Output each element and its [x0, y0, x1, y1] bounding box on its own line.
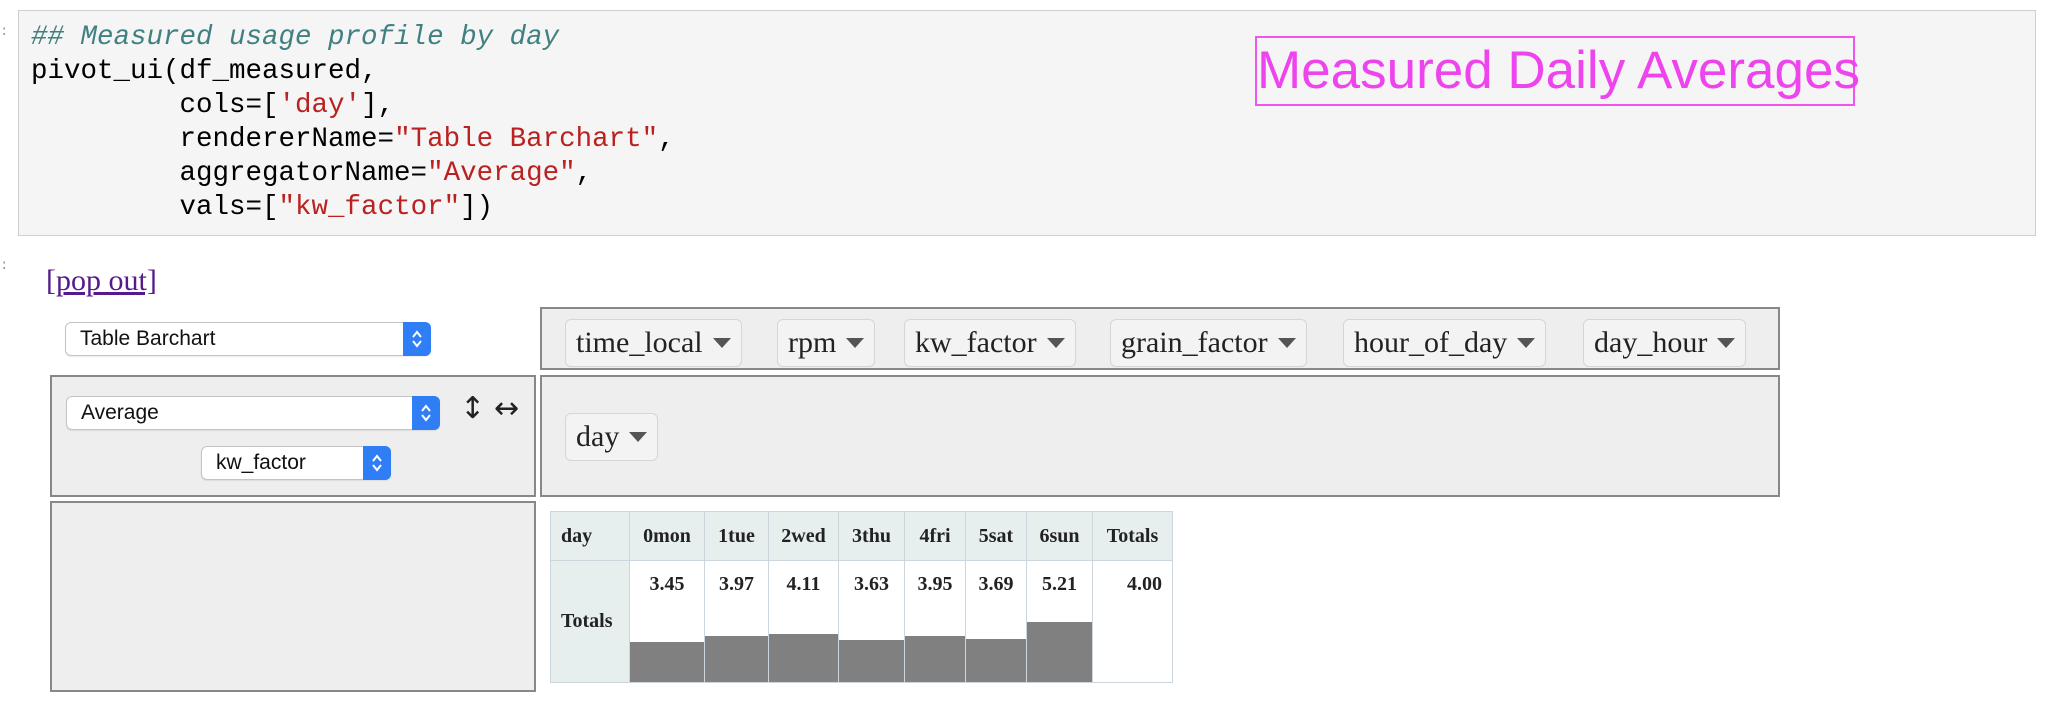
caret-down-icon[interactable]: [1046, 338, 1065, 349]
code-string: "Average": [427, 158, 576, 189]
code-line: ],: [361, 90, 395, 121]
code-string: 'day': [278, 90, 362, 121]
attr-pill-time-local[interactable]: time_local: [565, 319, 742, 367]
value-field-select-value: kw_factor: [216, 451, 306, 474]
bar-value-label: 3.69: [978, 573, 1014, 595]
pivot-table: day 0mon 1tue 2wed 3thu 4fri 5sat 6sun T…: [550, 511, 1173, 683]
grand-total-cell: 4.00: [1092, 560, 1173, 683]
bar-cell: 4.11: [768, 560, 839, 683]
row-attributes-area[interactable]: [50, 501, 536, 692]
header-row: day 0mon 1tue 2wed 3thu 4fri 5sat 6sun T…: [550, 511, 1173, 561]
attr-pill-grain-factor[interactable]: grain_factor: [1110, 319, 1307, 367]
caret-down-icon[interactable]: [1277, 338, 1296, 349]
attr-pill-label: grain_factor: [1121, 326, 1268, 359]
bar: [769, 634, 838, 682]
attr-pill-hour-of-day[interactable]: hour_of_day: [1343, 319, 1547, 367]
row-totals-label: Totals: [550, 560, 630, 683]
attr-pill-rpm[interactable]: rpm: [777, 319, 876, 367]
code-comment: ## Measured usage profile by day: [31, 22, 560, 53]
bar-cell: 5.21: [1026, 560, 1093, 683]
column-header: 0mon: [629, 511, 705, 561]
grand-total-value: 4.00: [1127, 573, 1162, 595]
bar-value-label: 3.97: [719, 573, 754, 595]
column-header: 2wed: [768, 511, 839, 561]
col-order-icon[interactable]: ↔: [494, 391, 519, 426]
attr-pill-label: day_hour: [1594, 326, 1708, 359]
select-arrows-icon: [403, 322, 431, 356]
column-header: 5sat: [965, 511, 1027, 561]
attr-pill-day-hour[interactable]: day_hour: [1583, 319, 1747, 367]
bar-cell: 3.45: [629, 560, 705, 683]
aggregator-select-value: Average: [81, 401, 159, 424]
aggregator-area: Average ↕ ↔ kw_factor: [50, 375, 536, 497]
bar-value-label: 3.45: [649, 573, 685, 595]
attr-pill-label: day: [576, 420, 620, 453]
column-header: 1tue: [704, 511, 769, 561]
code-string: "kw_factor": [278, 192, 461, 223]
code-editor[interactable]: ## Measured usage profile by day pivot_u…: [31, 21, 675, 225]
renderer-select[interactable]: Table Barchart: [65, 322, 431, 356]
code-line: rendererName=: [31, 124, 395, 155]
bar: [705, 635, 768, 682]
caret-down-icon[interactable]: [846, 338, 865, 349]
annotation-title: Measured Daily Averages: [1255, 36, 1860, 106]
code-line: ,: [575, 158, 593, 189]
bar-value-label: 3.95: [917, 573, 953, 595]
bar: [1027, 621, 1092, 682]
select-arrows-icon: [412, 396, 440, 430]
attr-pill-label: hour_of_day: [1354, 326, 1508, 359]
renderer-select-value: Table Barchart: [80, 327, 216, 350]
column-header: 4fri: [904, 511, 966, 561]
code-line: pivot_ui(df_measured,: [31, 56, 378, 87]
attr-pill-day[interactable]: day: [565, 413, 659, 461]
bar: [630, 641, 704, 682]
attr-pill-label: time_local: [576, 326, 703, 359]
output-prompt-marker: :: [0, 258, 9, 274]
caret-down-icon[interactable]: [1717, 338, 1736, 349]
caret-down-icon[interactable]: [629, 432, 648, 443]
caret-down-icon[interactable]: [712, 338, 731, 349]
attr-pill-label: rpm: [788, 326, 837, 359]
column-header: 6sun: [1026, 511, 1093, 561]
bar: [839, 639, 904, 682]
code-line: vals=[: [31, 192, 279, 223]
pop-out-link[interactable]: [pop out]: [46, 264, 157, 298]
unused-attributes-area[interactable]: time_local rpm kw_factor grain_factor ho…: [540, 307, 1780, 370]
totals-row: Totals 3.45 3.97 4.11 3.63 3.95 3.69 5.2…: [550, 560, 1173, 683]
bar: [966, 639, 1026, 682]
caret-down-icon[interactable]: [1517, 338, 1536, 349]
column-attribute-header: day: [550, 511, 630, 561]
code-line: aggregatorName=: [31, 158, 428, 189]
code-line: ]): [460, 192, 494, 223]
code-line: cols=[: [31, 90, 279, 121]
select-arrows-icon: [363, 446, 391, 480]
cell-prompt-marker: :: [0, 24, 9, 40]
code-line: ,: [658, 124, 675, 155]
bar-value-label: 4.11: [786, 573, 821, 595]
column-attributes-area[interactable]: day: [540, 375, 1780, 497]
bar-value-label: 5.21: [1042, 573, 1077, 595]
code-string: "Table Barchart": [394, 124, 659, 155]
bar-value-label: 3.63: [854, 573, 889, 595]
row-order-icon[interactable]: ↕: [460, 391, 485, 426]
bar-cell: 3.97: [704, 560, 769, 683]
bar-cell: 3.95: [904, 560, 966, 683]
aggregator-select[interactable]: Average: [66, 396, 440, 430]
value-field-select[interactable]: kw_factor: [201, 446, 391, 480]
attr-pill-kw-factor[interactable]: kw_factor: [904, 319, 1076, 367]
bar-cell: 3.69: [965, 560, 1027, 683]
attr-pill-label: kw_factor: [915, 326, 1037, 359]
bar: [905, 636, 965, 682]
column-header: 3thu: [838, 511, 905, 561]
totals-header: Totals: [1092, 511, 1173, 561]
bar-cell: 3.63: [838, 560, 905, 683]
